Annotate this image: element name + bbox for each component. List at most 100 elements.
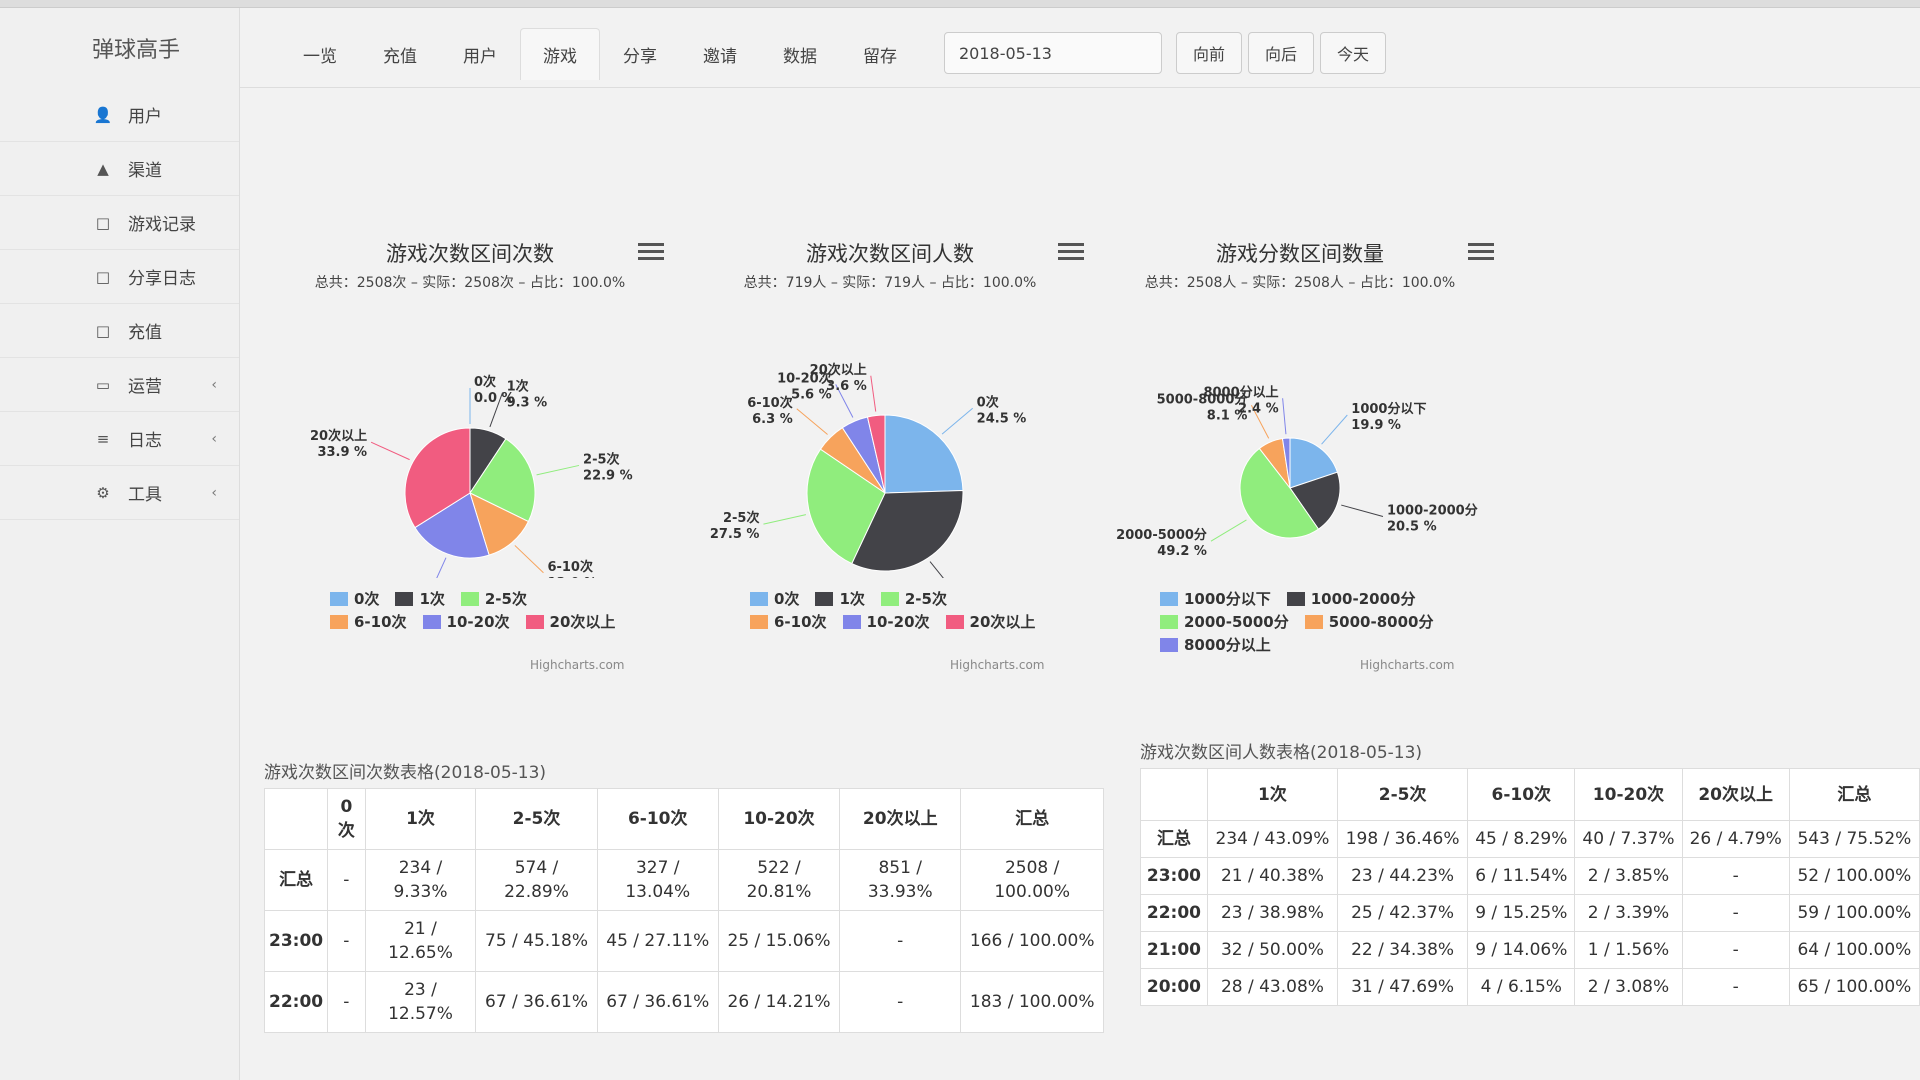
legend-item[interactable]: 2-5次	[880, 588, 947, 609]
date-input[interactable]	[944, 32, 1162, 74]
legend-item[interactable]: 1000分以下	[1160, 588, 1271, 609]
label-connector	[436, 557, 447, 578]
legend-label: 20次以上	[969, 613, 1036, 631]
table-cell: 26 / 4.79%	[1681, 820, 1790, 858]
legend-swatch	[1304, 614, 1323, 629]
slice-percent: 49.2 %	[1157, 544, 1207, 559]
table-cell: 23 / 12.57%	[364, 971, 477, 1033]
sidebar-item-0[interactable]: 👤 用户	[0, 88, 239, 142]
column-header[interactable]: 0次	[327, 788, 366, 850]
tab-5[interactable]: 邀请	[680, 28, 760, 80]
table-row: 23:00-21 / 12.65% 75 / 45.18% 45 / 27.11% 2…	[263, 910, 1104, 972]
today-button[interactable]: 今天	[1320, 32, 1386, 74]
column-header[interactable]: 2-5次	[1337, 768, 1469, 821]
column-header[interactable]: 2-5次	[475, 788, 598, 850]
column-header[interactable]: 6-10次	[596, 788, 719, 850]
sidebar-item-3[interactable]: □ 分享日志	[0, 250, 239, 304]
label-connector	[870, 375, 877, 412]
column-header[interactable]: 1次	[364, 788, 477, 850]
slice-percent: 27.5 %	[710, 527, 760, 542]
column-header[interactable]: 20次以上	[1681, 768, 1790, 821]
legend-item[interactable]: 10-20次	[422, 611, 510, 632]
sidebar-item-4[interactable]: □ 充值	[0, 304, 239, 358]
tab-7[interactable]: 留存	[840, 28, 920, 80]
column-header[interactable]	[1140, 768, 1208, 821]
slice-label: 1000分以下	[1351, 401, 1426, 417]
column-header[interactable]: 6-10次	[1467, 768, 1576, 821]
tab-1[interactable]: 充值	[360, 28, 440, 80]
next-day-button[interactable]: 向后	[1248, 32, 1314, 74]
table2-title: 游戏次数区间人数表格(2018-05-13)	[1140, 743, 1423, 763]
column-header[interactable]: 20次以上	[839, 788, 962, 850]
legend-item[interactable]: 5000-8000分	[1304, 611, 1433, 632]
sidebar-item-7[interactable]: ⚙ 工具 ‹	[0, 466, 239, 520]
label-connector	[370, 441, 410, 461]
legend-label: 1次	[839, 590, 865, 608]
column-header[interactable]: 10-20次	[1574, 768, 1683, 821]
slice-label: 2-5次	[723, 510, 760, 526]
table-cell: 65 / 100.00%	[1788, 968, 1920, 1006]
sidebar-item-6[interactable]: ≡ 日志 ‹	[0, 412, 239, 466]
table-cell: 45 / 8.29%	[1467, 820, 1576, 858]
column-header[interactable]: 10-20次	[717, 788, 841, 850]
slice-percent: 20.5 %	[1387, 519, 1437, 534]
highcharts-credit-link[interactable]: Highcharts.com	[530, 658, 624, 672]
table-cell: 2 / 3.39%	[1574, 894, 1683, 932]
highcharts-credit-link[interactable]: Highcharts.com	[1360, 658, 1454, 672]
row-header: 22:00	[1140, 894, 1208, 932]
legend-item[interactable]: 20次以上	[945, 611, 1036, 632]
tab-0[interactable]: 一览	[280, 28, 360, 80]
row-header: 汇总	[1140, 820, 1208, 858]
tab-3[interactable]: 游戏	[520, 28, 600, 80]
column-header[interactable]: 汇总	[960, 788, 1104, 850]
table-cell: 9 / 15.25%	[1467, 894, 1576, 932]
table-cell: 234 / 43.09%	[1206, 820, 1339, 858]
sidebar-item-2[interactable]: □ 游戏记录	[0, 196, 239, 250]
slice-percent: 24.5 %	[977, 411, 1027, 426]
table-cell: 234 / 9.33%	[364, 849, 477, 911]
row-header: 20:00	[1140, 968, 1208, 1006]
legend-swatch	[330, 614, 348, 629]
tab-4[interactable]: 分享	[600, 28, 680, 80]
legend-item[interactable]: 10-20次	[842, 611, 930, 632]
legend-label: 10-20次	[446, 613, 510, 631]
sidebar-item-1[interactable]: ▲ 渠道	[0, 142, 239, 196]
pie-svg: 0次24.5 %1次32.5 %2-5次27.5 %6-10次6.3 %10-2…	[710, 362, 1027, 578]
legend-item[interactable]: 1次	[395, 588, 445, 609]
legend-label: 20次以上	[549, 613, 616, 631]
legend-label: 0次	[774, 590, 800, 608]
legend-item[interactable]: 2-5次	[460, 588, 527, 609]
highcharts-credit-link[interactable]: Highcharts.com	[950, 658, 1044, 672]
legend-item[interactable]: 2000-5000分	[1160, 611, 1289, 632]
legend-item[interactable]: 6-10次	[750, 611, 827, 632]
tab-2[interactable]: 用户	[440, 28, 520, 80]
road-icon: ▲	[97, 159, 109, 178]
table-cell: 574 / 22.89%	[475, 849, 598, 911]
table-row: 汇总 -234 / 9.33% 574 / 22.89% 327 / 13.04% 52…	[263, 849, 1104, 911]
legend-item[interactable]: 8000分以上	[1160, 634, 1271, 655]
label-connector	[536, 464, 580, 476]
prev-day-button[interactable]: 向前	[1176, 32, 1242, 74]
sidebar-item-5[interactable]: ▭ 运营 ‹	[0, 358, 239, 412]
legend-item[interactable]: 6-10次	[330, 611, 407, 632]
legend-item[interactable]: 1000-2000分	[1286, 588, 1415, 609]
pie-svg: 1000分以下19.9 % 1000-2000分20.5 % 2000-5000分4…	[1116, 384, 1478, 559]
sidebar-item-label: 分享日志	[128, 269, 196, 289]
file-icon: □	[95, 213, 111, 232]
legend-item[interactable]: 1次	[815, 588, 865, 609]
row-header: 汇总	[263, 849, 329, 911]
label-connector	[929, 561, 944, 578]
app-title: 弹球高手	[92, 38, 181, 63]
column-header[interactable]	[263, 788, 329, 850]
label-connector	[796, 408, 828, 435]
legend-item[interactable]: 20次以上	[525, 611, 616, 632]
column-header[interactable]: 1次	[1206, 768, 1339, 821]
legend-item[interactable]: 0次	[750, 588, 799, 609]
table-cell: 25 / 15.06%	[717, 910, 841, 972]
legend-item[interactable]: 0次	[330, 588, 379, 609]
legend-label: 2-5次	[484, 590, 527, 608]
column-header[interactable]: 汇总	[1788, 768, 1920, 821]
tab-6[interactable]: 数据	[760, 28, 840, 80]
legend-swatch	[1160, 591, 1178, 606]
table-cell: 28 / 43.08%	[1206, 968, 1339, 1006]
